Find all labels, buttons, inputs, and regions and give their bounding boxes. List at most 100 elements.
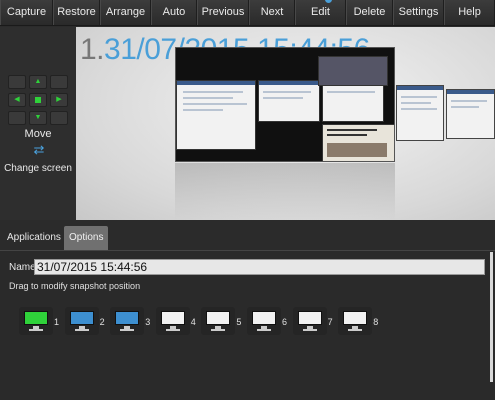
screen-number: 5 [236, 317, 242, 327]
text-line [183, 97, 233, 99]
swap-screens-icon: ⇄ [33, 142, 45, 157]
delete-button[interactable]: Delete [346, 0, 393, 25]
monitor-icon [201, 307, 236, 335]
monitor-icon [64, 307, 99, 335]
monitor-icon [110, 307, 145, 335]
monitor-icon [292, 307, 327, 335]
monitor-icon [19, 307, 53, 335]
window-thumbnail [322, 80, 384, 122]
arrange-button[interactable]: Arrange [100, 0, 151, 25]
restore-button[interactable]: Restore [53, 0, 100, 25]
screen-option-4[interactable]: 4 [155, 307, 200, 335]
scrollbar[interactable] [490, 252, 493, 382]
move-down-button[interactable]: ▼ [29, 111, 47, 125]
move-down-left-button[interactable] [8, 111, 26, 125]
monitor-display [24, 311, 48, 325]
monitor-base [74, 329, 89, 331]
title-bar [259, 81, 319, 85]
move-center-button[interactable] [29, 93, 47, 107]
snapshot-preview[interactable]: 1.31/07/2015 15:44:56 [76, 27, 495, 220]
text-line [327, 129, 377, 131]
screen-option-8[interactable]: 8 [338, 307, 382, 335]
main-toolbar: Capture Restore Arrange Auto Previous Ne… [0, 0, 495, 26]
window-thumbnail [258, 80, 320, 122]
tab-options[interactable]: Options [64, 226, 109, 250]
change-screen-label: Change screen [4, 163, 72, 174]
screen-option-5[interactable]: 5 [201, 307, 245, 335]
arrow-right-icon: ▶ [56, 96, 62, 103]
screen-option-3[interactable]: 3 [110, 307, 154, 335]
snapshot-number: 1. [80, 33, 105, 66]
screen-option-7[interactable]: 7 [292, 307, 337, 335]
text-line [401, 108, 437, 110]
text-line [183, 91, 243, 93]
text-line [327, 134, 367, 136]
monitor-icon [155, 307, 190, 335]
text-line [327, 91, 375, 93]
screen-option-1[interactable]: 1 [19, 307, 63, 335]
window-thumbnail [176, 80, 256, 150]
options-panel: Name: Drag to modify snapshot position 1… [0, 250, 495, 400]
capture-button[interactable]: Capture [0, 0, 53, 25]
screen-option-6[interactable]: 6 [247, 307, 291, 335]
text-line [451, 106, 479, 108]
next-button[interactable]: Next [249, 0, 295, 25]
screen-number: 6 [282, 317, 288, 327]
monitor-display [206, 311, 231, 325]
move-up-button[interactable]: ▲ [29, 75, 47, 89]
arrow-down-icon: ▼ [34, 114, 42, 121]
screen-number: 3 [145, 317, 151, 327]
monitor-base [302, 329, 317, 331]
text-line [451, 100, 487, 102]
monitor-base [348, 329, 363, 331]
edit-button-label: Edit [311, 6, 330, 18]
screen-option-2[interactable]: 2 [64, 307, 109, 335]
auto-button[interactable]: Auto [151, 0, 197, 25]
move-down-right-button[interactable] [50, 111, 68, 125]
monitor-icon [338, 307, 373, 335]
settings-button[interactable]: Settings [393, 0, 444, 25]
center-square-icon [35, 97, 41, 103]
image-block [327, 143, 387, 157]
monitor-display [115, 311, 140, 325]
window-thumbnail [322, 124, 394, 161]
screen-number: 8 [373, 317, 379, 327]
text-line [401, 96, 437, 98]
help-button[interactable]: Help [444, 0, 495, 25]
title-bar [397, 86, 443, 90]
snapshot-thumbnail-main [175, 47, 395, 162]
monitor-base [165, 329, 180, 331]
monitor-display [343, 311, 368, 325]
monitor-base [211, 329, 226, 331]
move-up-right-button[interactable] [50, 75, 68, 89]
move-panel: ▲ ◀ ▶ ▼ Move ⇄ Change screen [0, 27, 76, 220]
screen-number: 4 [190, 317, 196, 327]
screen-number: 7 [327, 317, 333, 327]
text-line [183, 109, 223, 111]
move-label: Move [24, 128, 52, 140]
tab-applications[interactable]: Applications [2, 226, 66, 250]
snapshot-thumbnail-side [396, 85, 444, 141]
arrow-left-icon: ◀ [14, 96, 20, 103]
arrow-up-icon: ▲ [34, 78, 42, 85]
monitor-display [160, 311, 185, 325]
monitor-display [69, 311, 94, 325]
tab-bar: Applications Options [0, 226, 495, 250]
move-up-left-button[interactable] [8, 75, 26, 89]
title-bar [177, 81, 255, 85]
move-right-button[interactable]: ▶ [50, 93, 68, 107]
change-screen-button[interactable]: ⇄ Change screen [2, 141, 74, 181]
edit-button[interactable]: Edit [295, 0, 346, 25]
snapshot-name-input[interactable] [34, 259, 485, 275]
monitor-display [252, 311, 276, 325]
screen-number: 2 [99, 317, 105, 327]
title-bar [447, 90, 494, 94]
monitor-base [257, 329, 271, 331]
monitor-icon [247, 307, 281, 335]
text-line [263, 91, 311, 93]
text-line [183, 103, 247, 105]
text-line [263, 97, 303, 99]
screen-number: 1 [54, 317, 60, 327]
move-left-button[interactable]: ◀ [8, 93, 26, 107]
previous-button[interactable]: Previous [197, 0, 249, 25]
